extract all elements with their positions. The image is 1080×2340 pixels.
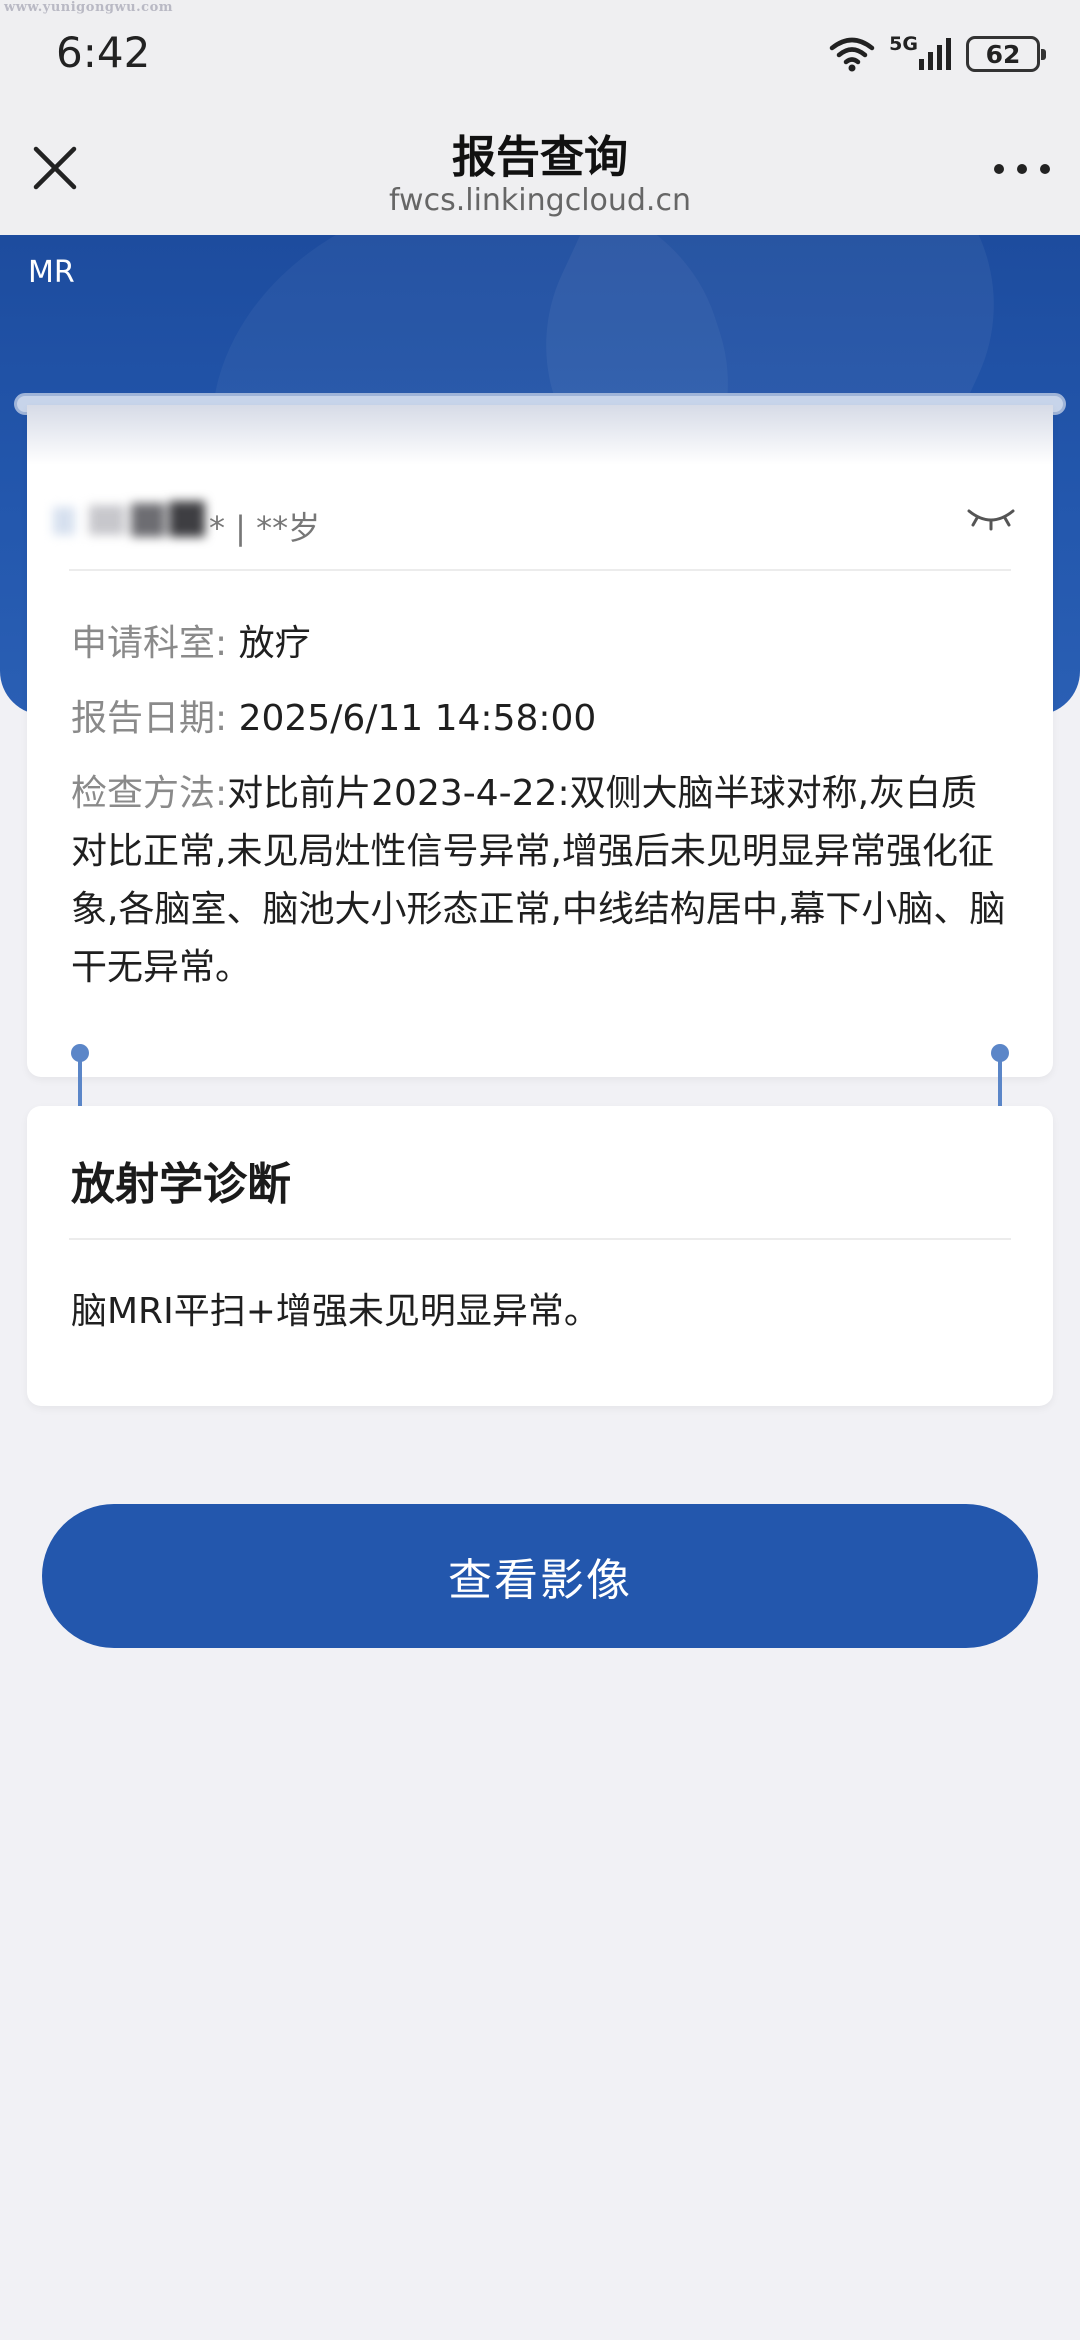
report-info-card: * | **岁 申请科室: 放疗 报告日期: 2025/6/11 14:58:0… [27, 405, 1053, 1077]
status-icons: 5G 62 [829, 30, 1046, 78]
status-time: 6:42 [56, 28, 151, 77]
method-label: 检查方法: [71, 773, 228, 814]
patient-meta: * | **岁 [209, 509, 321, 547]
wifi-icon [829, 37, 875, 72]
divider [69, 569, 1011, 571]
more-options-button[interactable] [994, 159, 1050, 179]
network-type-label: 5G [889, 32, 918, 55]
status-bar: www.yunigongwu.com 6:42 5G 62 [0, 0, 1080, 105]
page-title: 报告查询 [452, 132, 628, 183]
patient-row: * | **岁 [27, 485, 1053, 555]
dept-row: 申请科室: 放疗 [71, 615, 1011, 673]
page-url: fwcs.linkingcloud.cn [389, 183, 691, 218]
dept-value: 放疗 [238, 623, 311, 664]
report-page: www.yunigongwu.com 6:42 5G 62 报告查询 fwcs.… [0, 0, 1080, 2340]
method-row: 检查方法:对比前片2023-4-22:双侧大脑半球对称,灰白质对比正常,未见局灶… [71, 765, 1011, 997]
toggle-privacy-button[interactable] [965, 503, 1017, 535]
exam-type-label: MR [28, 255, 75, 290]
date-value: 2025/6/11 14:58:00 [238, 698, 597, 739]
more-dot-icon [1040, 164, 1050, 174]
date-row: 报告日期: 2025/6/11 14:58:00 [71, 690, 1011, 748]
diagnosis-card: 放射学诊断 脑MRI平扫+增强未见明显异常。 [27, 1106, 1053, 1406]
watermark: www.yunigongwu.com [4, 0, 173, 15]
battery-icon: 62 [966, 36, 1046, 72]
dept-label: 申请科室: [71, 623, 228, 664]
signal-icon [919, 38, 951, 70]
eye-closed-icon [967, 509, 1015, 531]
battery-level: 62 [985, 39, 1021, 69]
date-label: 报告日期: [71, 698, 228, 739]
more-dot-icon [994, 164, 1004, 174]
nav-bar: 报告查询 fwcs.linkingcloud.cn [0, 105, 1080, 235]
diagnosis-text: 脑MRI平扫+增强未见明显异常。 [71, 1291, 600, 1332]
view-images-button[interactable]: 查看影像 [42, 1504, 1038, 1648]
diagnosis-title: 放射学诊断 [71, 1159, 291, 1210]
divider [69, 1238, 1011, 1240]
more-dot-icon [1017, 164, 1027, 174]
patient-name-blurred [53, 499, 209, 539]
